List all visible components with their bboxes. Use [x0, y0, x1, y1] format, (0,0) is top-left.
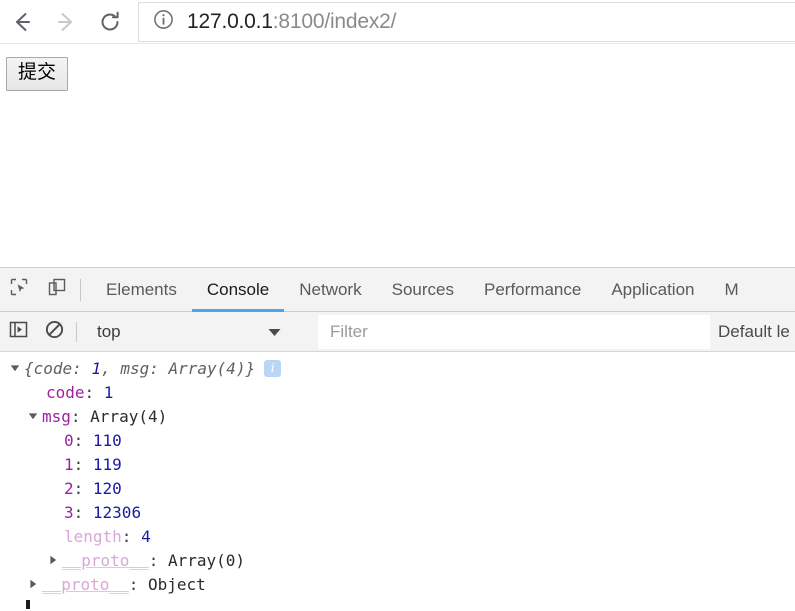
property-value: 110: [92, 430, 122, 450]
disclosure-triangle-collapsed-icon[interactable]: [46, 555, 60, 565]
object-preview-text: {code: 1, msg: Array(4)}: [24, 358, 256, 378]
inspect-element-icon: [9, 277, 29, 302]
console-prompt-caret[interactable]: [26, 600, 30, 609]
disclosure-triangle-collapsed-icon[interactable]: [26, 579, 40, 589]
property-code-row[interactable]: code: 1: [0, 380, 795, 404]
tab-console[interactable]: Console: [191, 268, 285, 312]
property-value: 1: [103, 382, 114, 402]
page-content: 提交: [0, 45, 795, 267]
log-levels-selector[interactable]: Default le: [718, 312, 790, 352]
console-sidebar-icon: [9, 320, 28, 344]
device-toolbar-button[interactable]: [38, 268, 76, 312]
back-button[interactable]: [0, 0, 44, 44]
property-separator: :: [148, 550, 168, 570]
inspect-element-button[interactable]: [0, 268, 38, 312]
device-toolbar-icon: [47, 277, 67, 302]
filter-input[interactable]: Filter: [318, 315, 710, 349]
chevron-down-icon: [268, 322, 281, 342]
disclosure-triangle-expanded-icon[interactable]: [26, 411, 40, 421]
devtools-panel: Elements Console Network Sources Perform…: [0, 267, 795, 611]
property-key: 0: [64, 430, 74, 450]
info-circle-icon[interactable]: [153, 9, 174, 35]
tab-elements[interactable]: Elements: [91, 268, 192, 312]
object-proto-row[interactable]: __proto__: Object: [0, 572, 795, 596]
reload-icon: [97, 9, 123, 35]
property-value: Array(0): [167, 550, 246, 570]
object-preview-row[interactable]: {code: 1, msg: Array(4)} i: [0, 356, 795, 380]
console-source-info-badge[interactable]: i: [264, 359, 282, 377]
property-msg-row[interactable]: msg: Array(4): [0, 404, 795, 428]
clear-console-icon: [45, 320, 64, 344]
filterbar-divider: [76, 321, 77, 342]
property-separator: :: [84, 382, 104, 402]
property-value: 120: [92, 478, 122, 498]
tab-performance[interactable]: Performance: [469, 268, 596, 312]
browser-toolbar: 127.0.0.1:8100/index2/: [0, 0, 795, 44]
property-separator: :: [128, 574, 148, 594]
tab-memory[interactable]: M: [709, 268, 753, 312]
array-item-2-row[interactable]: 2: 120: [0, 476, 795, 500]
execution-context-selector[interactable]: top: [85, 312, 295, 352]
property-separator: :: [73, 430, 93, 450]
property-value: Object: [147, 574, 206, 594]
property-key: 1: [64, 454, 74, 474]
property-key: 3: [64, 502, 74, 522]
property-key: code: [46, 382, 85, 402]
url-path: :8100/index2/: [272, 10, 397, 33]
console-output[interactable]: {code: 1, msg: Array(4)} i code: 1 msg: Arr…: [0, 352, 795, 611]
array-item-1-row[interactable]: 1: 119: [0, 452, 795, 476]
tab-application[interactable]: Application: [596, 268, 709, 312]
property-value: 4: [141, 526, 151, 546]
array-item-3-row[interactable]: 3: 12306: [0, 500, 795, 524]
back-arrow-icon: [9, 9, 35, 35]
array-proto-row[interactable]: __proto__: Array(0): [0, 548, 795, 572]
property-value: 119: [92, 454, 122, 474]
array-item-0-row[interactable]: 0: 110: [0, 428, 795, 452]
disclosure-triangle-expanded-icon[interactable]: [8, 363, 22, 373]
property-key: __proto__: [62, 550, 149, 570]
clear-console-button[interactable]: [36, 312, 72, 352]
console-message-tree: {code: 1, msg: Array(4)} i code: 1 msg: Arr…: [0, 356, 795, 596]
forward-button[interactable]: [44, 0, 88, 44]
property-separator: :: [73, 454, 93, 474]
property-key: 2: [64, 478, 74, 498]
property-key: __proto__: [42, 574, 129, 594]
tab-network[interactable]: Network: [284, 268, 376, 312]
console-sidebar-button[interactable]: [0, 312, 36, 352]
execution-context-value: top: [97, 321, 121, 341]
property-key: length: [64, 526, 122, 546]
reload-button[interactable]: [88, 0, 132, 44]
url-host: 127.0.0.1: [187, 10, 273, 33]
array-length-row[interactable]: length: 4: [0, 524, 795, 548]
address-bar[interactable]: 127.0.0.1:8100/index2/: [138, 2, 795, 42]
devtools-tabbar: Elements Console Network Sources Perform…: [0, 268, 795, 312]
property-separator: :: [73, 502, 93, 522]
property-value: 12306: [92, 502, 142, 522]
toolbar-divider: [80, 278, 81, 301]
property-key: msg: [42, 406, 71, 426]
property-value: Array(4): [90, 406, 168, 426]
submit-button[interactable]: 提交: [6, 57, 69, 91]
property-separator: :: [121, 526, 142, 546]
url-text: 127.0.0.1:8100/index2/: [187, 10, 396, 34]
tab-sources[interactable]: Sources: [377, 268, 469, 312]
property-separator: :: [70, 406, 91, 426]
forward-arrow-icon: [53, 9, 79, 35]
property-separator: :: [73, 478, 93, 498]
console-filter-bar: top Filter Default le: [0, 312, 795, 352]
